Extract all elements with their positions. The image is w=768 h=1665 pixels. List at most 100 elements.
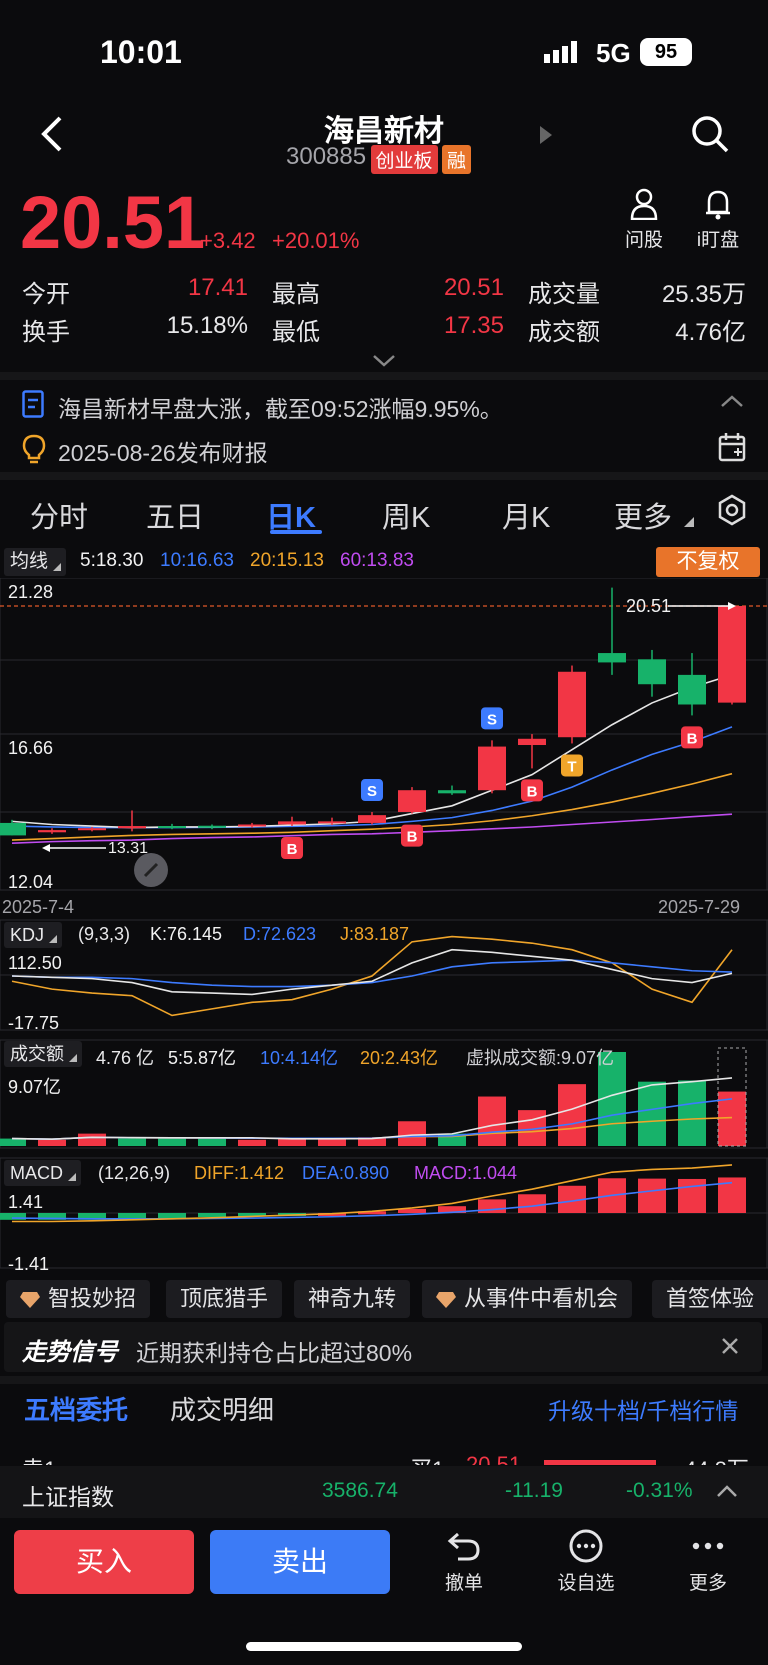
candle-body (398, 790, 426, 813)
volume-bar (478, 1096, 506, 1146)
stat-open-label: 今开 (22, 281, 70, 308)
signal-marker-label: S (487, 711, 497, 728)
candle-body (238, 824, 266, 827)
collapse-news-icon[interactable] (720, 394, 744, 413)
candle-body (358, 815, 386, 823)
chip-label: 首签体验 (666, 1286, 755, 1311)
kdj-k: K:76.145 (150, 924, 223, 944)
status-bar: 10:01 5G 95 (0, 0, 768, 100)
cancel-order-button[interactable]: 撤单 (424, 1528, 504, 1595)
kline-date-end: 2025-7-29 (658, 897, 741, 917)
volume-bar (0, 1138, 26, 1146)
candle-body (598, 653, 626, 663)
macd-params: (12,26,9) (98, 1163, 171, 1183)
ask-stock-button[interactable]: 问股 (614, 188, 674, 252)
ask-stock-label: 问股 (624, 230, 663, 251)
add-watchlist-button[interactable]: 设自选 (546, 1528, 626, 1595)
ma5-line (11, 674, 733, 829)
tab-weekly-k[interactable]: 周K (382, 494, 430, 536)
watch-label: i盯盘 (696, 230, 740, 251)
chip-event-opportunity[interactable]: 从事件中看机会 (422, 1280, 633, 1318)
chip-label: 顶底猎手 (180, 1286, 269, 1311)
kdj-selector[interactable]: KDJ (4, 922, 63, 948)
more-dots-icon (692, 1542, 724, 1550)
index-change-pct: -0.31% (626, 1479, 693, 1502)
buy-button[interactable]: 买入 (14, 1530, 194, 1594)
stat-low-value: 17.35 (443, 312, 504, 339)
candle-body (318, 821, 346, 824)
index-change: -11.19 (505, 1479, 563, 1502)
ma10-value: 10:16.63 (160, 550, 234, 571)
trend-signal-text: 近期获利持仓占比超过80% (136, 1340, 413, 1366)
stat-turnover-label: 换手 (22, 319, 70, 346)
volume-bar (38, 1139, 66, 1146)
adjust-selector[interactable]: 不复权 (656, 547, 760, 577)
signal-marker-label: T (567, 758, 576, 775)
index-bar[interactable]: 上证指数 3586.74 -11.19 -0.31% (0, 1466, 768, 1518)
expand-stats-icon[interactable] (372, 354, 396, 373)
candle-body (278, 821, 306, 825)
candle-body (0, 822, 26, 836)
cancel-order-label: 撤单 (444, 1573, 483, 1594)
search-icon[interactable] (690, 114, 730, 159)
chart-settings-icon[interactable] (716, 494, 748, 531)
next-stock-icon[interactable] (540, 126, 552, 149)
active-tab-indicator (270, 530, 322, 534)
sell1-label: 卖1 (22, 1452, 56, 1465)
board-badge: 创业板 (370, 145, 438, 175)
order-row-clip: 卖1 -- -- 买1 20.51 44.8万 (0, 1450, 768, 1465)
sell-button[interactable]: 卖出 (210, 1530, 390, 1594)
buy1-depth-bar (544, 1460, 656, 1465)
volume-bar (398, 1121, 426, 1146)
index-expand-icon[interactable] (716, 1484, 738, 1503)
stock-code: 300885 (286, 143, 367, 170)
candle-body (718, 606, 746, 703)
tab-more-caret-icon (684, 514, 694, 532)
macd-y-bottom: -1.41 (8, 1254, 50, 1274)
signal-marker-label: B (527, 783, 538, 800)
tab-five-level[interactable]: 五档委托 (24, 1390, 128, 1427)
more-actions-label: 更多 (688, 1573, 727, 1594)
trend-signal-bar[interactable]: 走势信号 近期获利持仓占比超过80% (4, 1322, 762, 1372)
news-row[interactable]: 海昌新材早盘大涨，截至09:52涨幅9.95%。 (0, 384, 768, 428)
stat-high-value: 20.51 (443, 274, 504, 301)
stat-amount-value: 4.76亿 (675, 319, 746, 346)
volume-value: 4.76 亿 (96, 1048, 155, 1068)
chip-magic-nine[interactable]: 神奇九转 (294, 1280, 411, 1318)
stat-amount-label: 成交额 (528, 319, 600, 346)
calendar-icon[interactable] (718, 432, 746, 467)
chip-smart-invest[interactable]: 智投妙招 (6, 1280, 151, 1318)
chip-first-sign[interactable]: 首签体验 (652, 1280, 768, 1318)
stat-low-label: 最低 (272, 319, 320, 346)
macd-selector[interactable]: MACD (4, 1160, 81, 1186)
bulb-icon (22, 434, 46, 469)
volume-bar (318, 1138, 346, 1146)
stock-code-row: 300885 创业板 融 (286, 143, 472, 175)
drawing-tool-icon[interactable] (134, 853, 168, 887)
kline-price-label: 20.51 (626, 596, 672, 616)
macd-selector-label: MACD (10, 1163, 63, 1183)
volume-selector[interactable]: 成交额 (4, 1041, 82, 1067)
chip-label: 神奇九转 (308, 1286, 397, 1311)
tab-more[interactable]: 更多 (614, 494, 672, 536)
tab-intraday[interactable]: 分时 (30, 494, 88, 536)
report-row[interactable]: 2025-08-26发布财报 (0, 428, 768, 472)
current-price: 20.51 (20, 181, 206, 264)
volume-bar (278, 1138, 306, 1146)
ma-selector[interactable]: 均线 (4, 548, 67, 576)
macd-diff: DIFF:1.412 (194, 1163, 285, 1183)
tab-five-day[interactable]: 五日 (146, 494, 204, 536)
watch-button[interactable]: i盯盘 (688, 188, 748, 252)
tab-trade-detail[interactable]: 成交明细 (170, 1390, 274, 1427)
signal-marker-label: B (687, 730, 698, 747)
kline-y-mid: 16.66 (8, 738, 54, 758)
undo-icon (447, 1532, 480, 1561)
diamond-icon (436, 1292, 456, 1309)
tab-monthly-k[interactable]: 月K (502, 494, 550, 536)
chip-top-bottom-hunter[interactable]: 顶底猎手 (166, 1280, 283, 1318)
candle-body (438, 790, 466, 794)
macd-histogram-bar (198, 1213, 226, 1218)
more-actions-button[interactable]: 更多 (668, 1528, 748, 1595)
upgrade-link[interactable]: 升级十档/千档行情 (548, 1392, 738, 1426)
close-signal-icon[interactable] (720, 1336, 740, 1361)
